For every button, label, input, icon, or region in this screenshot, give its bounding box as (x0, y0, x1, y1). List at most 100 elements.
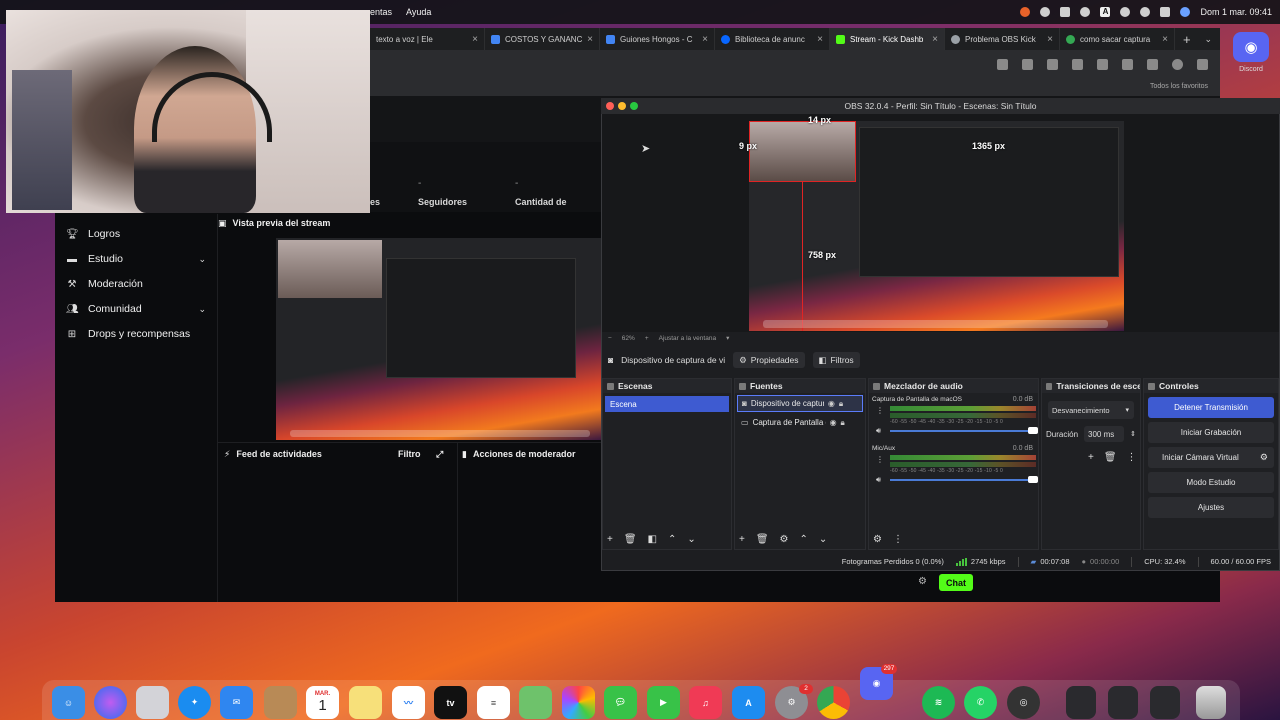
key-icon[interactable] (997, 59, 1008, 70)
calendar-icon[interactable]: MAR. 1 (306, 686, 339, 719)
freeform-icon[interactable]: 〰 (392, 686, 425, 719)
headphones-icon[interactable] (1040, 7, 1051, 17)
slider-knob[interactable] (1028, 427, 1038, 434)
all-bookmarks-link[interactable]: Todos los favoritos (1150, 83, 1208, 90)
add-icon[interactable]: + (607, 534, 613, 545)
close-icon[interactable]: × (817, 34, 823, 45)
add-icon[interactable]: + (1088, 452, 1094, 463)
contacts-icon[interactable] (264, 686, 297, 719)
close-window-button[interactable] (606, 102, 614, 110)
gear-icon[interactable]: ⚙ (780, 534, 789, 545)
menubar-clock[interactable]: Dom 1 mar. 09:41 (1200, 7, 1272, 17)
tools-icon[interactable] (1147, 59, 1158, 70)
new-tab-icon[interactable]: + (1183, 32, 1191, 47)
trash-icon[interactable]: 🗑︎ (756, 534, 769, 545)
close-icon[interactable]: × (1162, 34, 1168, 45)
volume-slider[interactable] (890, 427, 1038, 434)
puzzle-icon[interactable] (1097, 59, 1108, 70)
channel-menu-icon[interactable]: ⋮ (876, 455, 884, 464)
more-icon[interactable] (1197, 59, 1208, 70)
record-status-icon[interactable] (1020, 7, 1031, 17)
music-icon[interactable]: ♫ (689, 686, 722, 719)
stream-preview[interactable] (276, 238, 602, 440)
chat-button[interactable]: Chat (939, 574, 973, 591)
gear-icon[interactable]: ⚙ (1260, 452, 1268, 463)
source-item[interactable]: ◙ Dispositivo de captura de video ◉ 🔒︎ (737, 395, 863, 412)
messages-icon[interactable]: 💬︎ (604, 686, 637, 719)
tab-guiones[interactable]: Guiones Hongos - C × (600, 28, 715, 50)
search-icon[interactable] (1140, 7, 1151, 17)
zoom-out-icon[interactable]: − (608, 335, 612, 342)
zoom-fit-select[interactable]: Ajustar a la ventana (659, 335, 716, 342)
appstore-icon[interactable]: A (732, 686, 765, 719)
discord-icon[interactable]: ◉ (1233, 32, 1269, 62)
tab-costos[interactable]: COSTOS Y GANANC × (485, 28, 600, 50)
eye-icon[interactable]: ◉ (830, 418, 837, 427)
bookmark-star-icon[interactable] (1022, 59, 1033, 70)
volume-slider[interactable] (890, 476, 1038, 483)
sidebar-item-logros[interactable]: 🏆︎ Logros (66, 224, 206, 244)
siri-icon[interactable] (94, 686, 127, 719)
duration-input[interactable]: 300 ms (1084, 426, 1125, 442)
close-icon[interactable]: × (932, 34, 938, 45)
maps-icon[interactable] (519, 686, 552, 719)
sidebar-item-comunidad[interactable]: 👥︎ Comunidad ⌄ (66, 299, 206, 319)
move-down-icon[interactable]: ⌄ (687, 534, 695, 545)
notes-icon[interactable] (349, 686, 382, 719)
add-icon[interactable]: + (739, 534, 745, 545)
selected-source-box[interactable] (749, 121, 856, 182)
slider-knob[interactable] (1028, 476, 1038, 483)
channel-menu-icon[interactable]: ⋮ (876, 406, 884, 415)
minimize-window-button[interactable] (618, 102, 626, 110)
scene-item[interactable]: Escena (605, 396, 729, 412)
more-icon[interactable]: ⋮ (1127, 452, 1137, 463)
expand-icon[interactable]: ⤢ (436, 449, 443, 460)
lock-icon[interactable]: 🔒︎ (841, 418, 845, 428)
chevron-down-icon[interactable]: ⌄ (198, 304, 206, 315)
move-up-icon[interactable]: ⌃ (668, 534, 676, 545)
tab-texto-a-voz[interactable]: texto a voz | Ele × (370, 28, 485, 50)
photos-icon[interactable] (562, 686, 595, 719)
feed-filter-button[interactable]: Filtro (398, 449, 421, 459)
menu-item-tools[interactable]: entas (370, 7, 392, 17)
chevron-down-icon[interactable]: ▾ (726, 334, 729, 342)
advanced-audio-icon[interactable]: ⚙ (873, 534, 882, 545)
transition-select[interactable]: Desvanecimiento ▾ (1048, 401, 1134, 419)
tab-search-icon[interactable]: ⌄ (1204, 34, 1212, 45)
speaker-icon[interactable]: 🔊︎ (876, 475, 881, 485)
studio-mode-button[interactable]: Modo Estudio (1148, 472, 1274, 493)
tab-problema-obs[interactable]: Problema OBS Kick × (945, 28, 1060, 50)
wifi-icon[interactable] (1120, 7, 1131, 17)
obs-preview[interactable] (749, 121, 1124, 331)
discord-widget[interactable]: ◉ Discord (1222, 28, 1280, 88)
tab-kick-dashboard[interactable]: Stream - Kick Dashb × (830, 28, 945, 50)
facetime-icon[interactable]: ▶ (647, 686, 680, 719)
play-icon[interactable] (1080, 7, 1091, 17)
finder-icon[interactable]: ☺ (52, 686, 85, 719)
zoom-in-icon[interactable]: + (645, 335, 649, 342)
extension-icon[interactable] (1072, 59, 1083, 70)
start-virtual-camera-button[interactable]: Iniciar Cámara Virtual ⚙ (1148, 447, 1274, 468)
start-recording-button[interactable]: Iniciar Grabación (1148, 422, 1274, 443)
close-icon[interactable]: × (472, 34, 478, 45)
spotify-icon[interactable]: ≋ (922, 686, 955, 719)
settings-button[interactable]: Ajustes (1148, 497, 1274, 518)
move-down-icon[interactable]: ⌄ (819, 534, 827, 545)
safari-icon[interactable]: ✦ (178, 686, 211, 719)
input-source-icon[interactable]: A (1100, 7, 1111, 17)
tab-como-sacar[interactable]: como sacar captura × (1060, 28, 1175, 50)
control-center-icon[interactable] (1160, 7, 1171, 17)
source-item[interactable]: ▭ Captura de Pantalla de macOS ◉ 🔒︎ (737, 414, 863, 431)
whatsapp-icon[interactable]: ✆ (964, 686, 997, 719)
trash-icon[interactable]: 🗑︎ (624, 534, 637, 545)
tab-biblioteca[interactable]: Biblioteca de anunc × (715, 28, 830, 50)
mail-icon[interactable]: ✉ (220, 686, 253, 719)
sidebar-item-drops[interactable]: ⊞ Drops y recompensas (66, 324, 206, 344)
lock-icon[interactable]: 🔒︎ (839, 399, 843, 409)
stop-streaming-button[interactable]: Detener Transmisión (1148, 397, 1274, 418)
chevron-down-icon[interactable]: ⌄ (198, 254, 206, 265)
stepper-icon[interactable]: ⇕ (1130, 430, 1136, 438)
profile-icon[interactable] (1172, 59, 1183, 70)
launchpad-icon[interactable] (136, 686, 169, 719)
download-icon[interactable] (1122, 59, 1133, 70)
